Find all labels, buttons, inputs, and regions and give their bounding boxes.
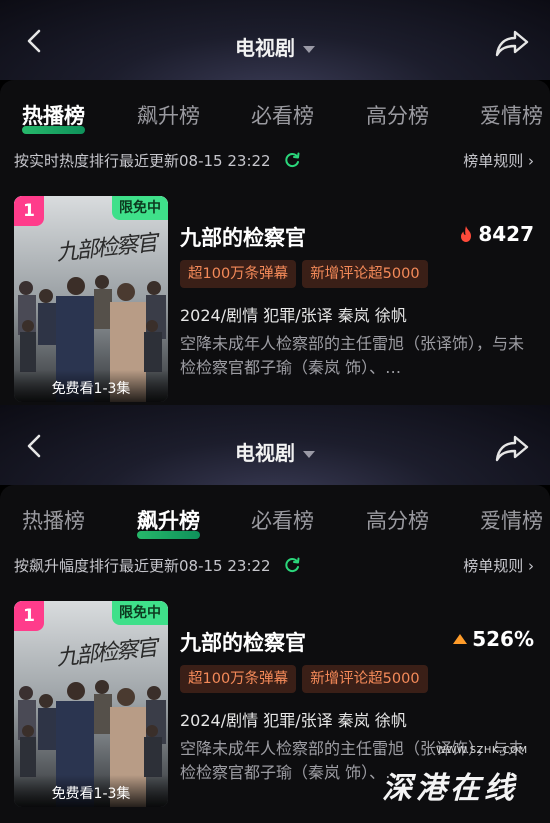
tab-rising[interactable]: 飙升榜 — [137, 100, 200, 130]
tag-list: 超100万条弹幕 新增评论超5000 — [180, 260, 434, 288]
tab-high-score[interactable]: 高分榜 — [366, 100, 429, 130]
tab-romance[interactable]: 爱情榜 — [480, 505, 543, 535]
free-badge: 限免中 — [112, 196, 168, 220]
content-area: 热播榜 飙升榜 必看榜 高分榜 爱情榜 按实时热度排行最近更新08-15 23:… — [0, 80, 550, 405]
tab-rising[interactable]: 飙升榜 — [137, 505, 200, 539]
refresh-icon[interactable] — [283, 556, 301, 574]
free-badge: 限免中 — [112, 601, 168, 625]
chevron-down-icon — [303, 46, 315, 53]
site-watermark: WWW.SZHK.COM 深港在线 — [376, 737, 536, 817]
tab-must-watch[interactable]: 必看榜 — [251, 100, 314, 130]
show-title[interactable]: 九部的检察官 — [180, 627, 306, 657]
update-info: 按飙升幅度排行最近更新08-15 23:22 — [14, 555, 301, 576]
top-bar: 电视剧 — [0, 405, 550, 485]
watermark-url: WWW.SZHK.COM — [436, 745, 528, 756]
rank-badge: 1 — [14, 196, 44, 226]
ranking-tabs: 热播榜 飙升榜 必看榜 高分榜 爱情榜 — [22, 100, 550, 136]
category-dropdown[interactable]: 电视剧 — [0, 32, 550, 61]
tag-list: 超100万条弹幕 新增评论超5000 — [180, 665, 434, 693]
category-dropdown[interactable]: 电视剧 — [0, 437, 550, 466]
content-area: 热播榜 飙升榜 必看榜 高分榜 爱情榜 按飙升幅度排行最近更新08-15 23:… — [0, 485, 550, 823]
tag-danmaku: 超100万条弹幕 — [180, 260, 297, 288]
watermark-text: 深港在线 — [382, 771, 518, 806]
rise-score: 526% — [452, 627, 534, 651]
tab-romance[interactable]: 爱情榜 — [480, 100, 543, 130]
rank-badge: 1 — [14, 601, 44, 631]
ranking-rules-link[interactable]: 榜单规则 › — [463, 555, 534, 576]
tab-hot[interactable]: 热播榜 — [22, 505, 85, 535]
chevron-down-icon — [303, 451, 315, 458]
ranking-panel-hot: 电视剧 热播榜 飙升榜 必看榜 高分榜 爱情榜 按实时热度排行最近更新08-15… — [0, 0, 550, 405]
flame-icon — [461, 226, 472, 242]
refresh-icon[interactable] — [283, 151, 301, 169]
trend-up-icon — [453, 634, 468, 644]
heat-score: 8427 — [458, 222, 534, 246]
tab-high-score[interactable]: 高分榜 — [366, 505, 429, 535]
show-info: 2024/剧情 犯罪/张译 秦岚 徐帆 — [180, 711, 407, 730]
show-poster[interactable]: 九部检察官 1 限免中 免费看1-3集 — [14, 601, 168, 807]
tag-danmaku: 超100万条弹幕 — [180, 665, 297, 693]
show-description: 空降未成年人检察部的主任雷旭（张译饰），与未检检察官都子瑜（秦岚 饰）、… — [180, 334, 525, 377]
tab-hot[interactable]: 热播榜 — [22, 100, 85, 134]
ranking-panel-rising: 电视剧 热播榜 飙升榜 必看榜 高分榜 爱情榜 按飙升幅度排行最近更新08-15… — [0, 405, 550, 823]
share-icon[interactable] — [494, 28, 530, 58]
ranking-rules-link[interactable]: 榜单规则 › — [463, 150, 534, 171]
page-title: 电视剧 — [235, 36, 295, 60]
ranking-tabs: 热播榜 飙升榜 必看榜 高分榜 爱情榜 — [22, 505, 550, 541]
free-episodes-label: 免费看1-3集 — [14, 370, 168, 402]
show-info: 2024/剧情 犯罪/张译 秦岚 徐帆 — [180, 306, 407, 325]
tag-comments: 新增评论超5000 — [302, 260, 428, 288]
share-icon[interactable] — [494, 433, 530, 463]
top-bar: 电视剧 — [0, 0, 550, 80]
free-episodes-label: 免费看1-3集 — [14, 775, 168, 807]
show-title[interactable]: 九部的检察官 — [180, 222, 306, 252]
tab-must-watch[interactable]: 必看榜 — [251, 505, 314, 535]
update-info: 按实时热度排行最近更新08-15 23:22 — [14, 150, 301, 171]
page-title: 电视剧 — [235, 441, 295, 465]
tag-comments: 新增评论超5000 — [302, 665, 428, 693]
show-poster[interactable]: 九部检察官 1 限免中 免费看1-3集 — [14, 196, 168, 402]
